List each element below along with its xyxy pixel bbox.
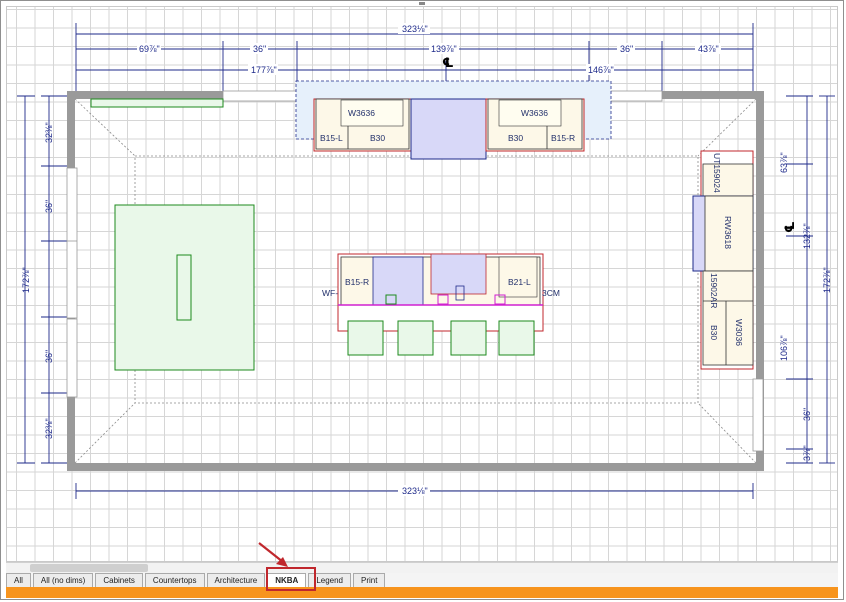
tab-architecture[interactable]: Architecture	[206, 573, 266, 587]
cab-rw: RW3618	[723, 216, 733, 249]
dim-right-132: 132⅞"	[802, 223, 812, 249]
kitchen-island[interactable]: B15-R B21-L WF- 3CM	[322, 253, 560, 356]
dim-left-32-top: 32⅜"	[44, 122, 54, 143]
dim-36-left: 36"	[253, 44, 266, 54]
dim-69: 69⅞"	[139, 44, 160, 54]
tab-print[interactable]: Print	[353, 573, 386, 587]
cab-w3636-right: W3636	[521, 108, 548, 118]
centerline-top-icon: ℄	[442, 56, 454, 71]
dim-177: 177⅞"	[251, 65, 277, 75]
dim-overall-top: 323⅛"	[402, 24, 428, 34]
label-3cm: 3CM	[542, 288, 560, 298]
cab-b30-right: B30	[709, 325, 719, 340]
cab-w3636-left: W3636	[348, 108, 375, 118]
dim-right-3: 3⅞"	[802, 445, 812, 461]
dim-146: 146⅞"	[588, 65, 614, 75]
floor-plan-canvas[interactable]: 323⅛" 69⅞" 36" 139⅞" 36" 43⅞" 177⅞" 146⅞…	[6, 6, 838, 562]
dim-overall-bottom: 323⅛"	[402, 486, 428, 496]
dim-left-32-bottom: 32⅜"	[44, 418, 54, 439]
right-cabinet-run[interactable]: UT159024 RW3618 15902AR B30 W3036	[692, 150, 754, 370]
cab-w3036: W3036	[734, 319, 744, 346]
layer-tab-bar: All All (no dims) Cabinets Countertops A…	[6, 573, 838, 587]
dim-43: 43⅞"	[698, 44, 719, 54]
dim-left-36-b: 36"	[44, 350, 54, 363]
dim-right-63: 63⅞"	[779, 152, 789, 173]
cab-b21l-island: B21-L	[508, 277, 531, 287]
dim-36-right: 36"	[620, 44, 633, 54]
dim-right-106: 106⅞"	[779, 335, 789, 361]
dim-right-36: 36"	[802, 408, 812, 421]
tab-all-no-dims[interactable]: All (no dims)	[32, 573, 94, 587]
centerline-right-icon: ℄	[783, 221, 798, 233]
tab-nkba[interactable]: NKBA	[267, 573, 307, 587]
tab-cabinets[interactable]: Cabinets	[95, 573, 143, 587]
tab-countertops[interactable]: Countertops	[144, 573, 205, 587]
floor-plan-drawing: 323⅛" 69⅞" 36" 139⅞" 36" 43⅞" 177⅞" 146⅞…	[17, 23, 835, 499]
tab-all[interactable]: All	[6, 573, 31, 587]
cab-b-ar: 15902AR	[709, 273, 719, 308]
cab-b30-top-right: B30	[508, 133, 523, 143]
cab-b15l-top: B15-L	[320, 133, 343, 143]
status-bar	[6, 587, 838, 598]
cab-b30-top-left: B30	[370, 133, 385, 143]
dim-right-172: 172⅞"	[822, 267, 832, 293]
dim-left-36-a: 36"	[44, 200, 54, 213]
horizontal-scrollbar[interactable]	[6, 562, 838, 573]
tab-legend[interactable]: Legend	[308, 573, 352, 587]
dining-table[interactable]	[114, 204, 255, 371]
cab-ut: UT159024	[712, 153, 722, 193]
callout-arrow-icon	[258, 542, 288, 567]
cab-b15r-top: B15-R	[551, 133, 575, 143]
dim-139: 139⅞"	[431, 44, 457, 54]
top-resize-grip[interactable]	[419, 2, 425, 5]
label-wf: WF-	[322, 288, 338, 298]
cab-b15r-island: B15-R	[345, 277, 369, 287]
dim-left-total: 172⅞"	[21, 267, 31, 293]
horizontal-scroll-thumb[interactable]	[30, 564, 148, 572]
